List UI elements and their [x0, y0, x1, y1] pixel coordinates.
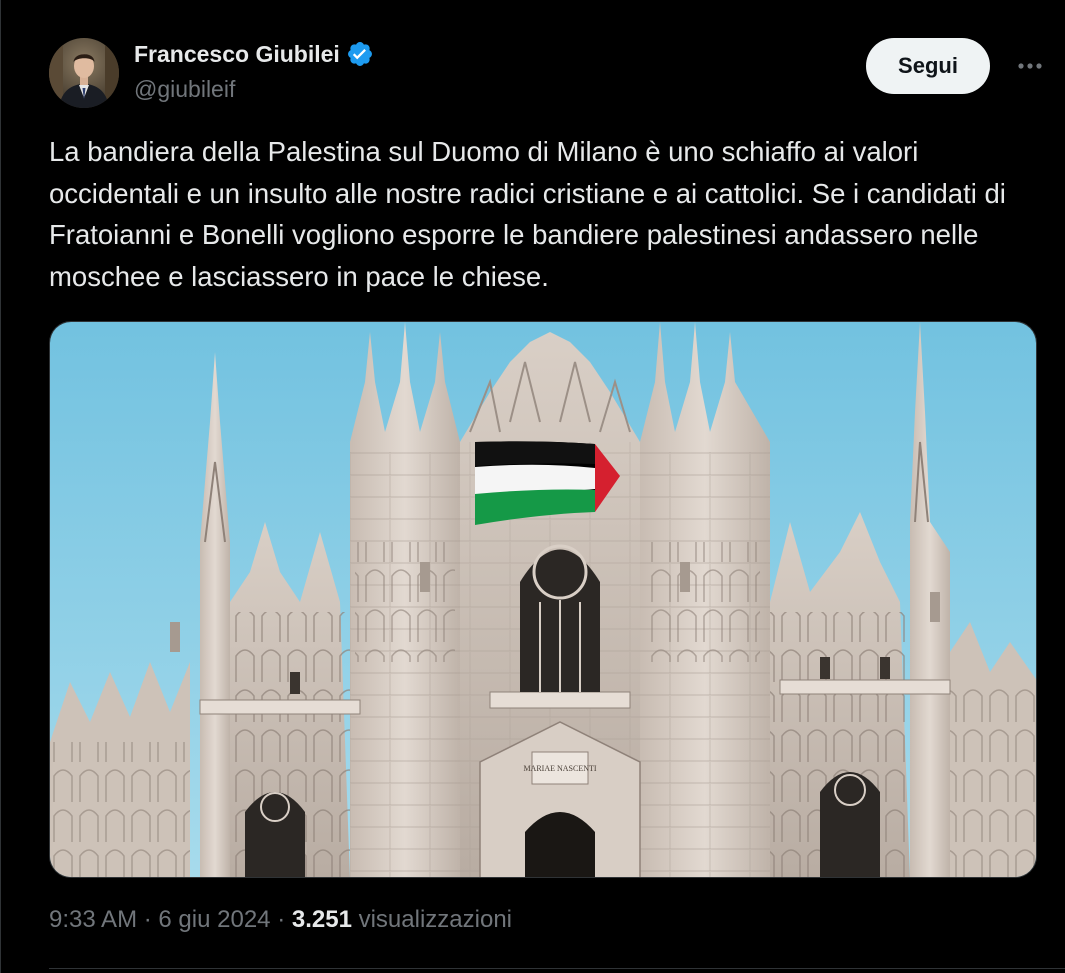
- verified-badge-icon[interactable]: [346, 40, 374, 68]
- meta-separator: ·: [277, 906, 286, 933]
- author-name-row: Francesco Giubilei: [134, 40, 374, 68]
- tweet-text: La bandiera della Palestina sul Duomo di…: [49, 136, 1006, 292]
- avatar[interactable]: [49, 38, 119, 108]
- tweet-card: Francesco Giubilei @giubileif Segui La b…: [0, 0, 1065, 973]
- views-label: visualizzazioni: [358, 906, 512, 933]
- tweet-metadata: 9:33 AM · 6 giu 2024 · 3.251 visualizzaz…: [49, 906, 512, 934]
- tweet-media-image[interactable]: MARIAE NASCENTI: [49, 321, 1037, 878]
- follow-button[interactable]: Segui: [866, 38, 990, 94]
- author-display-name[interactable]: Francesco Giubilei: [134, 41, 340, 68]
- facade-inscription: MARIAE NASCENTI: [523, 764, 596, 773]
- tweet-header: Francesco Giubilei @giubileif Segui: [49, 38, 1045, 108]
- meta-separator: ·: [143, 906, 152, 933]
- views-count: 3.251: [291, 906, 352, 933]
- more-horizontal-icon[interactable]: [1015, 52, 1045, 80]
- author-handle[interactable]: @giubileif: [134, 76, 235, 103]
- tweet-date[interactable]: 6 giu 2024: [158, 906, 270, 933]
- divider: [49, 968, 1065, 969]
- tweet-time[interactable]: 9:33 AM: [49, 906, 137, 933]
